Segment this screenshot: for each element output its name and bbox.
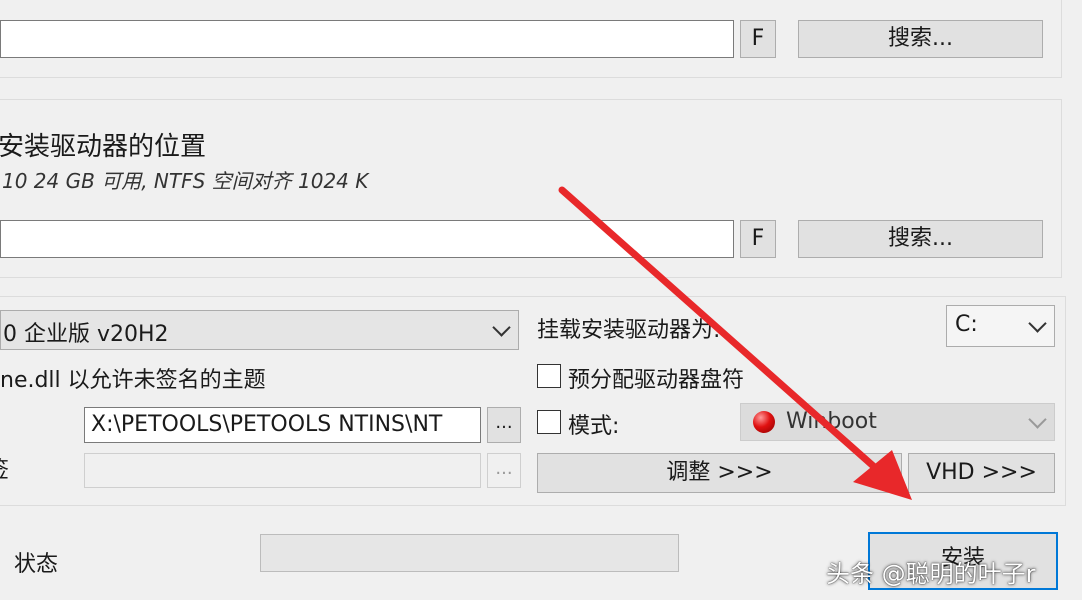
mode-checkbox[interactable] — [537, 410, 561, 434]
vhd-button[interactable]: VHD >>> — [908, 453, 1055, 493]
source-browse-button[interactable]: 搜索... — [798, 20, 1043, 58]
install-location-f-button[interactable]: F — [740, 220, 776, 258]
mode-select-value: Winboot — [786, 409, 877, 434]
edition-select-value: 0 企业版 v20H2 — [3, 322, 169, 347]
mode-select[interactable]: Winboot — [740, 403, 1055, 441]
mode-label: 模式: — [568, 414, 620, 439]
theme-patch-checkbox-label[interactable]: ne.dll 以允许未签名的主题 — [0, 362, 266, 394]
install-location-browse-button[interactable]: 搜索... — [798, 220, 1043, 258]
unattended-partial-label: 签 — [0, 452, 9, 484]
drive-letter-select[interactable]: C: — [946, 305, 1055, 347]
unattended-browse-button: ... — [487, 453, 521, 488]
edition-select[interactable]: 0 企业版 v20H2 — [0, 310, 519, 350]
path-browse-button[interactable]: ... — [487, 407, 521, 443]
chevron-down-icon — [1028, 314, 1047, 333]
prealloc-drive-letter-checkbox[interactable] — [537, 364, 561, 388]
watermark-text: 头条 @聪明的叶子r — [826, 560, 1036, 588]
install-location-title: 安装驱动器的位置 — [0, 132, 207, 162]
mount-drive-label: 挂载安装驱动器为: — [537, 318, 721, 343]
install-location-info: 10 24 GB 可用, NTFS 空间对齐 1024 K — [2, 169, 369, 193]
install-location-input[interactable] — [0, 220, 734, 258]
drive-letter-value: C: — [955, 312, 978, 337]
source-path-input[interactable] — [0, 20, 734, 58]
install-progress-bar — [260, 534, 679, 572]
prealloc-drive-letter-label: 预分配驱动器盘符 — [568, 368, 745, 393]
chevron-down-icon — [492, 318, 511, 337]
path-input[interactable]: X:\PETOOLS\PETOOLS NTINS\NT — [84, 407, 481, 443]
chevron-down-icon — [1028, 410, 1047, 429]
source-f-button[interactable]: F — [740, 20, 776, 58]
mode-status-icon — [753, 411, 775, 433]
tweaks-button[interactable]: 调整 >>> — [537, 453, 902, 493]
unattended-input — [84, 453, 481, 488]
status-label: 状态 — [14, 552, 59, 577]
